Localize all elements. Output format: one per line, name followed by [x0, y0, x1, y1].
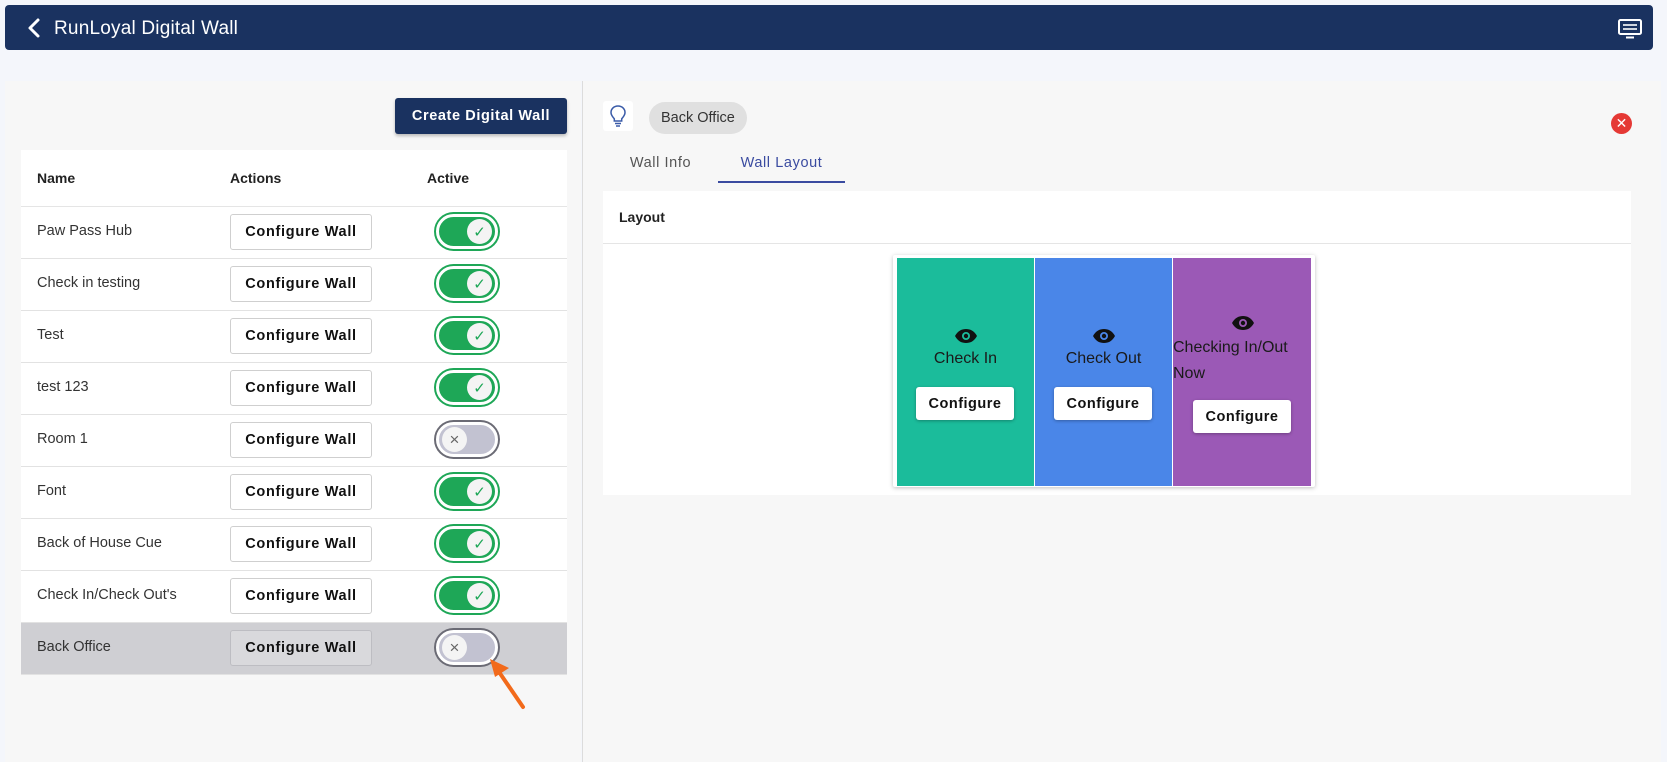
wall-name: Check In/Check Out's [37, 587, 177, 603]
active-toggle[interactable]: ✓ [436, 474, 498, 509]
table-header: Name Actions Active [21, 150, 567, 207]
check-icon: ✓ [467, 375, 492, 400]
wall-detail-panel: Back Office ✕ Wall Info Wall Layout Layo… [583, 81, 1661, 762]
table-row: Check in testing Configure Wall ✓ [21, 259, 567, 311]
configure-wall-button[interactable]: Configure Wall [230, 370, 372, 406]
table-row-selected[interactable]: Back Office Configure Wall × [21, 623, 567, 675]
layout-card: Layout Check In Configure Check Out Conf… [603, 191, 1631, 495]
wall-name: Paw Pass Hub [37, 223, 133, 239]
chevron-left-icon[interactable] [23, 17, 47, 39]
check-icon: ✓ [467, 583, 492, 608]
app-title: RunLoyal Digital Wall [54, 18, 239, 39]
configure-zone-button[interactable]: Configure [1193, 400, 1291, 433]
zone-checking-in-out-now: Checking In/Out Now Configure [1173, 258, 1311, 486]
zone-check-in: Check In Configure [897, 258, 1034, 486]
check-icon: ✓ [467, 219, 492, 244]
monitor-icon[interactable] [1617, 18, 1643, 40]
table-row: test 123 Configure Wall ✓ [21, 363, 567, 415]
zone-label: Checking In/Out Now [1173, 339, 1288, 382]
app-header: RunLoyal Digital Wall [5, 5, 1653, 50]
table-row: Back of House Cue Configure Wall ✓ [21, 519, 567, 571]
active-toggle[interactable]: ✓ [436, 526, 498, 561]
active-toggle[interactable]: ✓ [436, 214, 498, 249]
configure-wall-button[interactable]: Configure Wall [230, 474, 372, 510]
wall-name: Back of House Cue [37, 535, 162, 551]
active-toggle[interactable]: ✓ [436, 370, 498, 405]
annotation-arrow-icon [490, 659, 525, 709]
layout-preview: Check In Configure Check Out Configure C… [893, 255, 1315, 487]
check-icon: ✓ [467, 531, 492, 556]
detail-tabs: Wall Info Wall Layout [603, 143, 1603, 183]
table-row: Test Configure Wall ✓ [21, 311, 567, 363]
table-row: Font Configure Wall ✓ [21, 467, 567, 519]
configure-zone-button[interactable]: Configure [1054, 387, 1152, 420]
eye-icon[interactable] [954, 328, 978, 344]
close-icon: × [442, 427, 467, 452]
configure-wall-button[interactable]: Configure Wall [230, 578, 372, 614]
column-header-name: Name [37, 170, 76, 186]
tab-wall-info[interactable]: Wall Info [603, 143, 718, 183]
wall-name: test 123 [37, 379, 89, 395]
wall-name: Check in testing [37, 275, 141, 291]
wall-name: Font [37, 483, 67, 499]
eye-icon[interactable] [1231, 315, 1255, 331]
wall-name: Back Office [37, 639, 111, 655]
configure-wall-button[interactable]: Configure Wall [230, 266, 372, 302]
column-header-actions: Actions [230, 170, 282, 186]
configure-wall-button[interactable]: Configure Wall [230, 318, 372, 354]
digital-wall-table: Name Actions Active Paw Pass Hub Configu… [21, 150, 567, 675]
configure-wall-button[interactable]: Configure Wall [230, 214, 372, 250]
table-row: Check In/Check Out's Configure Wall ✓ [21, 571, 567, 623]
configure-wall-button[interactable]: Configure Wall [230, 526, 372, 562]
active-toggle[interactable]: × [436, 422, 498, 457]
active-toggle[interactable]: ✓ [436, 318, 498, 353]
wall-name: Room 1 [37, 431, 88, 447]
wall-name-chip: Back Office [649, 102, 747, 134]
tab-wall-layout[interactable]: Wall Layout [718, 143, 845, 183]
layout-heading: Layout [603, 191, 1631, 244]
configure-wall-button[interactable]: Configure Wall [230, 630, 372, 666]
configure-wall-button[interactable]: Configure Wall [230, 422, 372, 458]
active-toggle[interactable]: ✓ [436, 266, 498, 301]
check-icon: ✓ [467, 271, 492, 296]
check-icon: ✓ [467, 323, 492, 348]
close-icon: × [442, 635, 467, 660]
column-header-active: Active [427, 170, 470, 186]
wall-name: Test [37, 327, 64, 343]
eye-icon[interactable] [1092, 328, 1116, 344]
zone-label: Check Out [1065, 350, 1142, 367]
zone-check-out: Check Out Configure [1035, 258, 1172, 486]
lightbulb-icon [603, 101, 633, 131]
create-digital-wall-button[interactable]: Create Digital Wall [395, 98, 567, 134]
table-row: Paw Pass Hub Configure Wall ✓ [21, 207, 567, 259]
active-toggle[interactable]: ✓ [436, 578, 498, 613]
table-row: Room 1 Configure Wall × [21, 415, 567, 467]
zone-label: Check In [933, 350, 998, 367]
layout-heading-text: Layout [619, 209, 665, 225]
close-icon[interactable]: ✕ [1611, 113, 1632, 134]
configure-zone-button[interactable]: Configure [916, 387, 1014, 420]
check-icon: ✓ [467, 479, 492, 504]
